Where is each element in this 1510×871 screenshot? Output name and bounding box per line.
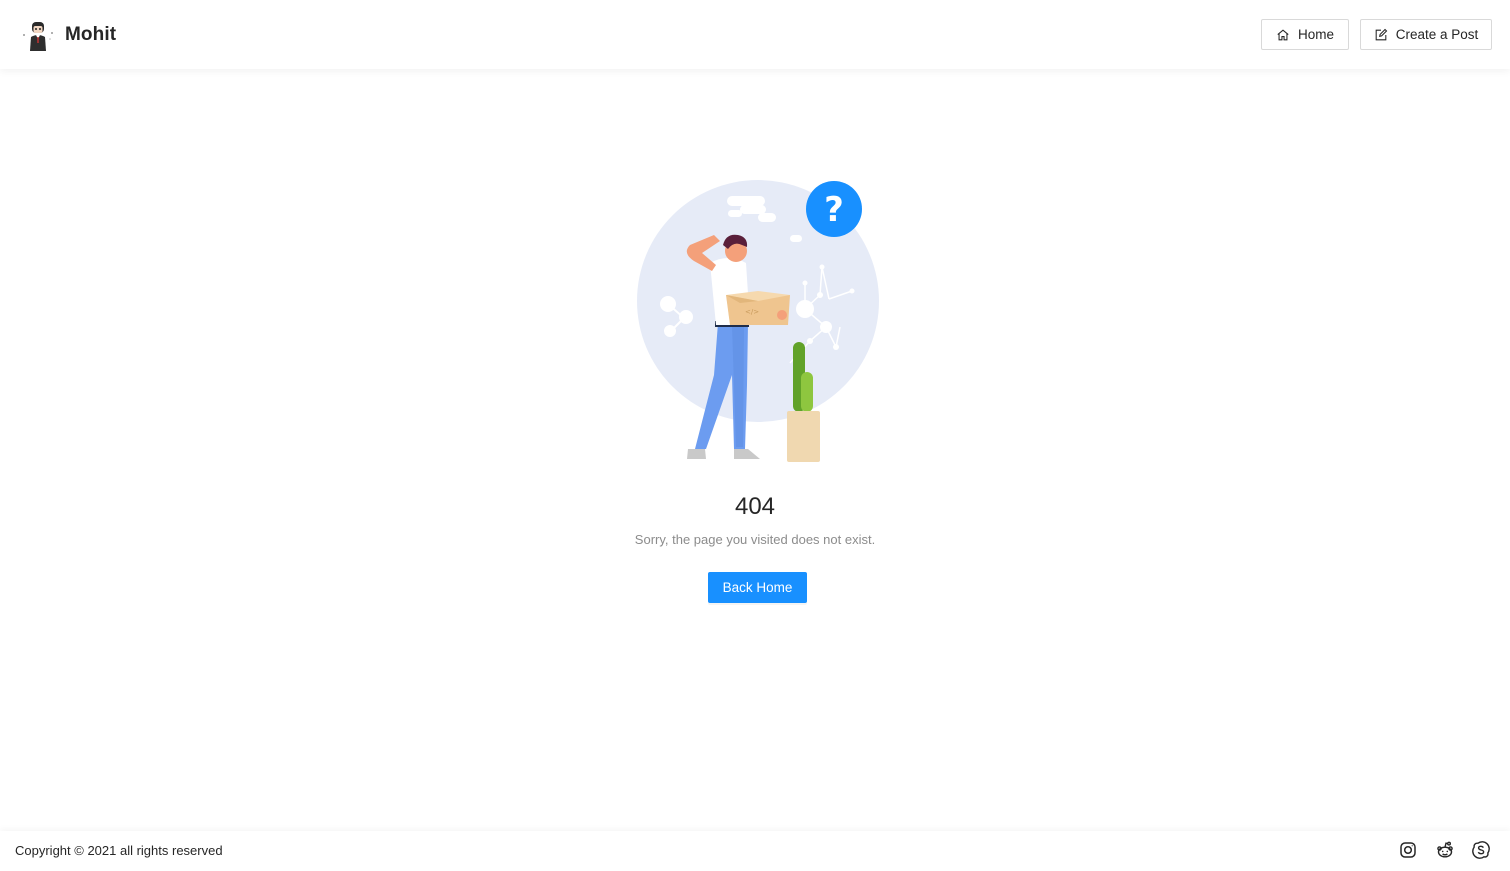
error-message: Sorry, the page you visited does not exi…: [634, 532, 876, 547]
avatar-logo-icon: [23, 22, 53, 51]
footer: Copyright © 2021 all rights reserved: [0, 831, 1510, 871]
svg-text:?: ?: [824, 190, 844, 230]
edit-icon: [1375, 28, 1387, 40]
create-post-button-label: Create a Post: [1395, 27, 1479, 42]
svg-text:</>: </>: [745, 308, 759, 316]
home-button[interactable]: Home: [1261, 19, 1349, 50]
brand-name: Mohit: [65, 24, 117, 45]
reddit-icon[interactable]: [1436, 841, 1454, 859]
skype-icon[interactable]: [1472, 841, 1490, 859]
copyright-text: Copyright © 2021 all rights reserved: [15, 843, 223, 858]
top-navbar: Mohit Home Create a Post: [0, 0, 1510, 69]
back-home-button[interactable]: Back Home: [708, 572, 807, 603]
brand[interactable]: Mohit: [20, 17, 116, 53]
instagram-icon[interactable]: [1399, 841, 1417, 859]
home-button-label: Home: [1297, 27, 1334, 42]
404-illustration: ? </>: [637, 180, 879, 462]
create-post-button[interactable]: Create a Post: [1360, 19, 1492, 50]
home-icon: [1277, 29, 1289, 40]
status-code: 404: [734, 493, 776, 520]
